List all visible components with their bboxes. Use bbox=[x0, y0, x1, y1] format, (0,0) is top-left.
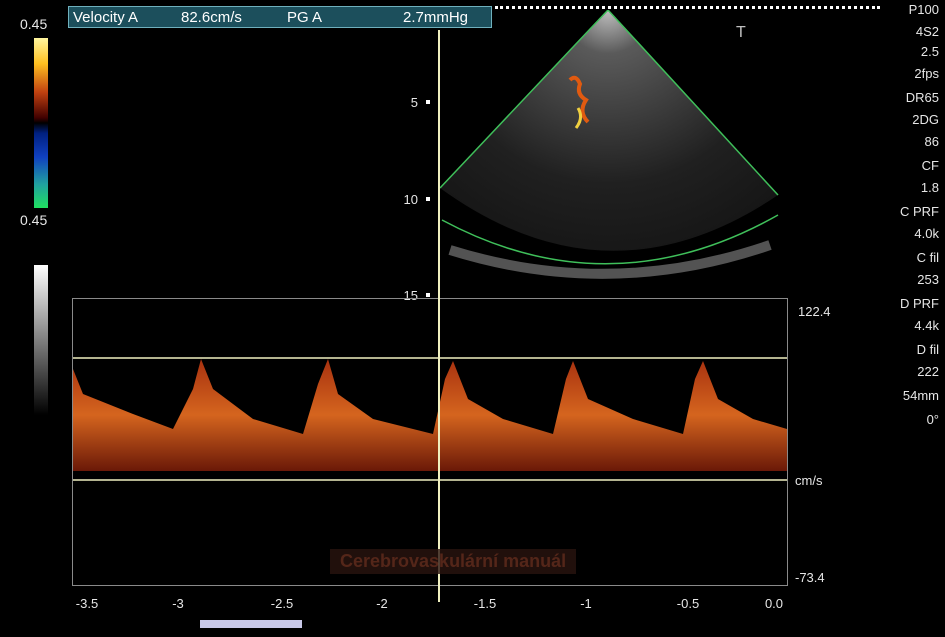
velocity-min-label: -73.4 bbox=[795, 570, 825, 585]
color-scale-bottom-label: 0.45 bbox=[20, 212, 48, 228]
parameter-item: 0° bbox=[926, 412, 939, 427]
velocity-max-label: 122.4 bbox=[798, 304, 831, 319]
parameter-item: P100 bbox=[908, 2, 939, 17]
parameter-item: C PRF bbox=[900, 204, 939, 219]
time-tick: -3.5 bbox=[75, 596, 99, 611]
parameter-item: C fil bbox=[916, 250, 939, 265]
parameter-item: D fil bbox=[916, 342, 939, 357]
parameter-item: 2.5 bbox=[920, 44, 939, 59]
doppler-waveform bbox=[73, 357, 787, 481]
orientation-marker: T bbox=[736, 24, 746, 41]
time-tick: -0.5 bbox=[676, 596, 700, 611]
parameter-item: 222 bbox=[917, 364, 939, 379]
depth-dot bbox=[426, 293, 430, 297]
time-tick: -3 bbox=[172, 596, 184, 611]
depth-mark-5: 5 bbox=[410, 95, 418, 110]
velocity-label: Velocity A bbox=[73, 9, 139, 26]
depth-mark-10: 10 bbox=[403, 192, 418, 207]
parameter-item: 2fps bbox=[914, 66, 939, 81]
color-scale-top-label: 0.45 bbox=[20, 16, 48, 32]
depth-dot bbox=[426, 197, 430, 201]
parameter-item: 4S2 bbox=[915, 24, 939, 39]
parameter-item: D PRF bbox=[900, 296, 939, 311]
cine-scroll-bar[interactable] bbox=[200, 620, 302, 628]
time-tick: -2 bbox=[376, 596, 388, 611]
parameter-item: 1.8 bbox=[920, 180, 939, 195]
time-tick: -1 bbox=[580, 596, 592, 611]
parameter-item: DR65 bbox=[905, 90, 939, 105]
velocity-value: 82.6cm/s bbox=[181, 9, 242, 26]
parameter-item: CF bbox=[921, 158, 939, 173]
depth-dot bbox=[426, 100, 430, 104]
time-cursor-line[interactable] bbox=[438, 30, 440, 602]
watermark: Cerebrovaskulární manuál bbox=[330, 549, 577, 574]
pg-label: PG A bbox=[287, 9, 323, 26]
color-flow-bar bbox=[34, 38, 48, 208]
time-tick: -1.5 bbox=[473, 596, 497, 611]
top-dotted-line bbox=[495, 6, 880, 9]
parameter-item: 253 bbox=[917, 272, 939, 287]
parameter-item: 54mm bbox=[902, 388, 939, 403]
time-tick: 0.0 bbox=[764, 596, 784, 611]
parameter-item: 2DG bbox=[912, 112, 939, 127]
grayscale-bar bbox=[34, 265, 48, 415]
time-tick: -2.5 bbox=[270, 596, 294, 611]
parameter-item: 86 bbox=[924, 134, 939, 149]
velocity-unit-label: cm/s bbox=[795, 473, 823, 488]
bmode-sector-image bbox=[439, 10, 779, 279]
parameter-item: 4.4k bbox=[914, 318, 939, 333]
parameter-item: 4.0k bbox=[914, 226, 939, 241]
